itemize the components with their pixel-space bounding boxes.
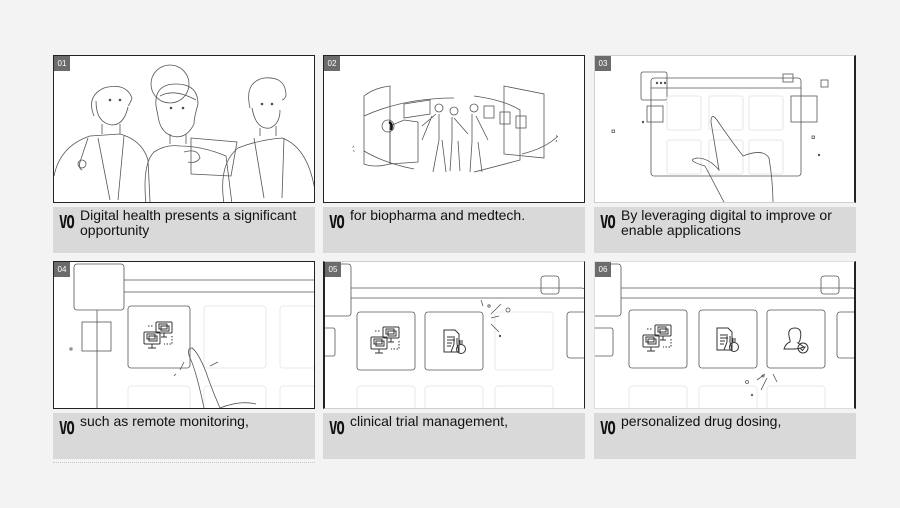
storyboard-panel-03: 03 VO By leveraging digital to improve o… [594,55,856,253]
vo-label: VO [600,419,616,439]
caption-text: Digital health presents a significant op… [80,207,297,238]
panel-number-badge: 06 [595,262,611,277]
panel-frame: 03 [594,55,856,203]
panel-frame: 02 [323,55,585,203]
voiceover-caption: VO for biopharma and medtech. [323,207,585,253]
voiceover-caption: VO such as remote monitoring, [53,413,315,463]
caption-text: for biopharma and medtech. [350,207,526,223]
panel-number-badge: 01 [54,56,70,71]
document-flask-icon [443,329,466,354]
monitor-pair-icon [370,326,400,354]
vo-label: VO [329,213,345,233]
storyboard-panel-02: 02 VO for biopharma and medtech. [323,55,585,253]
storyboard-panel-05: 05 VO clinical trial management, [323,261,585,459]
document-flask-icon [716,327,739,352]
caption-divider [53,461,315,463]
panel-frame: 06 [594,261,856,409]
vo-label: VO [329,419,345,439]
caption-text: clinical trial management, [350,413,508,429]
storyboard-panel-01: 01 VO Digital health presents a signific… [53,55,315,253]
vo-label: VO [600,213,616,233]
person-check-icon [783,327,809,354]
caption-text: personalized drug dosing, [621,413,782,429]
voiceover-caption: VO personalized drug dosing, [594,413,856,459]
remote-monitoring-illustration [69,263,314,408]
panel-frame: 05 [323,261,585,409]
storyboard-panel-04: 04 VO such as remote monitoring, [53,261,315,463]
panel-number-badge: 05 [325,262,341,277]
caption-text: By leveraging digital to improve or enab… [621,207,832,238]
caption-text: such as remote monitoring, [80,413,249,429]
vo-label: VO [59,213,75,233]
monitor-pair-icon [642,324,672,352]
panel-frame: 04 [53,261,315,409]
vo-label: VO [59,419,75,439]
voiceover-caption: VO By leveraging digital to improve or e… [594,207,856,253]
voiceover-caption: VO Digital health presents a significant… [53,207,315,253]
voiceover-caption: VO clinical trial management, [323,413,585,459]
panel-number-badge: 02 [324,56,340,71]
three-doctors-illustration [54,64,314,202]
panel-frame: 01 [53,55,315,203]
team-screens-illustration [352,85,559,173]
app-grid-tap-illustration [611,71,829,202]
panel-number-badge: 03 [595,56,611,71]
panel-number-badge: 04 [54,262,70,277]
monitor-pair-icon [143,321,173,349]
storyboard-panel-06: 06 VO personalized drug dosing, [594,261,856,459]
